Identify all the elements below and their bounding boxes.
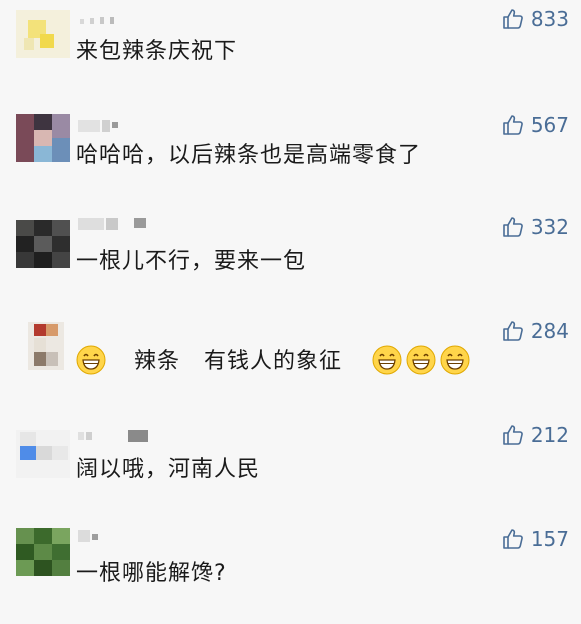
comment-item[interactable]: 哈哈哈，以后辣条也是高端零食了 567 xyxy=(0,104,581,208)
thumbs-up-icon xyxy=(503,321,523,341)
avatar[interactable] xyxy=(16,10,70,58)
thumbs-up-icon xyxy=(503,529,523,549)
grinning-face-icon xyxy=(406,345,436,375)
comment-feed: { "colors": { "background": "#f7f7f7", "… xyxy=(0,0,581,612)
comment-text: 来包辣条庆祝下 xyxy=(76,39,238,64)
like-button[interactable]: 567 xyxy=(501,112,569,138)
username-blurred[interactable] xyxy=(78,120,148,132)
comment-text-part: 有钱人的象征 xyxy=(204,349,343,374)
like-count: 157 xyxy=(530,527,569,551)
comment-text: 阔以哦，河南人民 xyxy=(76,457,261,482)
thumbs-up-icon xyxy=(503,9,523,29)
like-count: 212 xyxy=(530,423,569,447)
username-blurred[interactable] xyxy=(78,14,148,26)
username-blurred[interactable] xyxy=(78,530,148,542)
comment-text-part: 辣条 xyxy=(134,349,181,374)
comment-item[interactable]: 284 辣条 有钱人的象征 xyxy=(0,312,581,416)
username-blurred[interactable] xyxy=(78,430,148,442)
grinning-face-icon xyxy=(76,345,106,375)
avatar[interactable] xyxy=(16,528,70,576)
like-count: 567 xyxy=(530,113,569,137)
like-button[interactable]: 157 xyxy=(501,526,569,552)
like-button[interactable]: 284 xyxy=(501,318,569,344)
like-count: 833 xyxy=(530,7,569,31)
comment-item[interactable]: 来包辣条庆祝下 833 xyxy=(0,0,581,104)
grinning-face-icon xyxy=(440,345,470,375)
avatar[interactable] xyxy=(16,220,70,268)
comment-item[interactable]: 一根儿不行，要来一包 332 xyxy=(0,208,581,312)
comment-text: 哈哈哈，以后辣条也是高端零食了 xyxy=(76,143,422,168)
like-button[interactable]: 833 xyxy=(501,6,569,32)
thumbs-up-icon xyxy=(503,425,523,445)
avatar[interactable] xyxy=(28,322,64,370)
thumbs-up-icon xyxy=(503,217,523,237)
grinning-face-icon xyxy=(372,345,402,375)
comment-text: 一根儿不行，要来一包 xyxy=(76,249,307,274)
comment-text: 一根哪能解馋? xyxy=(76,561,227,586)
like-button[interactable]: 332 xyxy=(501,214,569,240)
comment-text: 辣条 有钱人的象征 xyxy=(76,345,470,376)
comment-item[interactable]: 一根哪能解馋? 157 xyxy=(0,520,581,624)
like-count: 284 xyxy=(530,319,569,343)
like-count: 332 xyxy=(530,215,569,239)
avatar[interactable] xyxy=(16,430,70,478)
username-blurred[interactable] xyxy=(78,218,148,230)
thumbs-up-icon xyxy=(503,115,523,135)
like-button[interactable]: 212 xyxy=(501,422,569,448)
avatar[interactable] xyxy=(16,114,70,162)
comment-item[interactable]: 阔以哦，河南人民 212 xyxy=(0,416,581,520)
